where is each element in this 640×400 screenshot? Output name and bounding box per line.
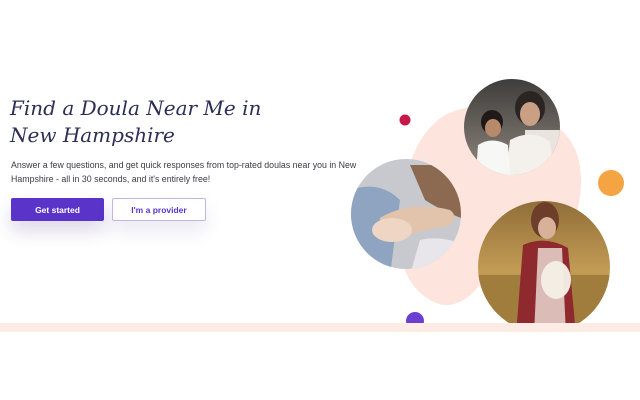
hero-title: Find a Doula Near Me in New Hampshire (10, 96, 262, 147)
bottom-divider-band (0, 323, 640, 332)
hero-illustration (340, 70, 640, 332)
get-started-button[interactable]: Get started (11, 198, 104, 221)
crimson-dot-decoration (399, 114, 411, 126)
hero-description: Answer a few questions, and get quick re… (11, 160, 357, 184)
orange-dot-decoration (598, 170, 624, 196)
im-a-provider-button[interactable]: I'm a provider (112, 198, 206, 221)
